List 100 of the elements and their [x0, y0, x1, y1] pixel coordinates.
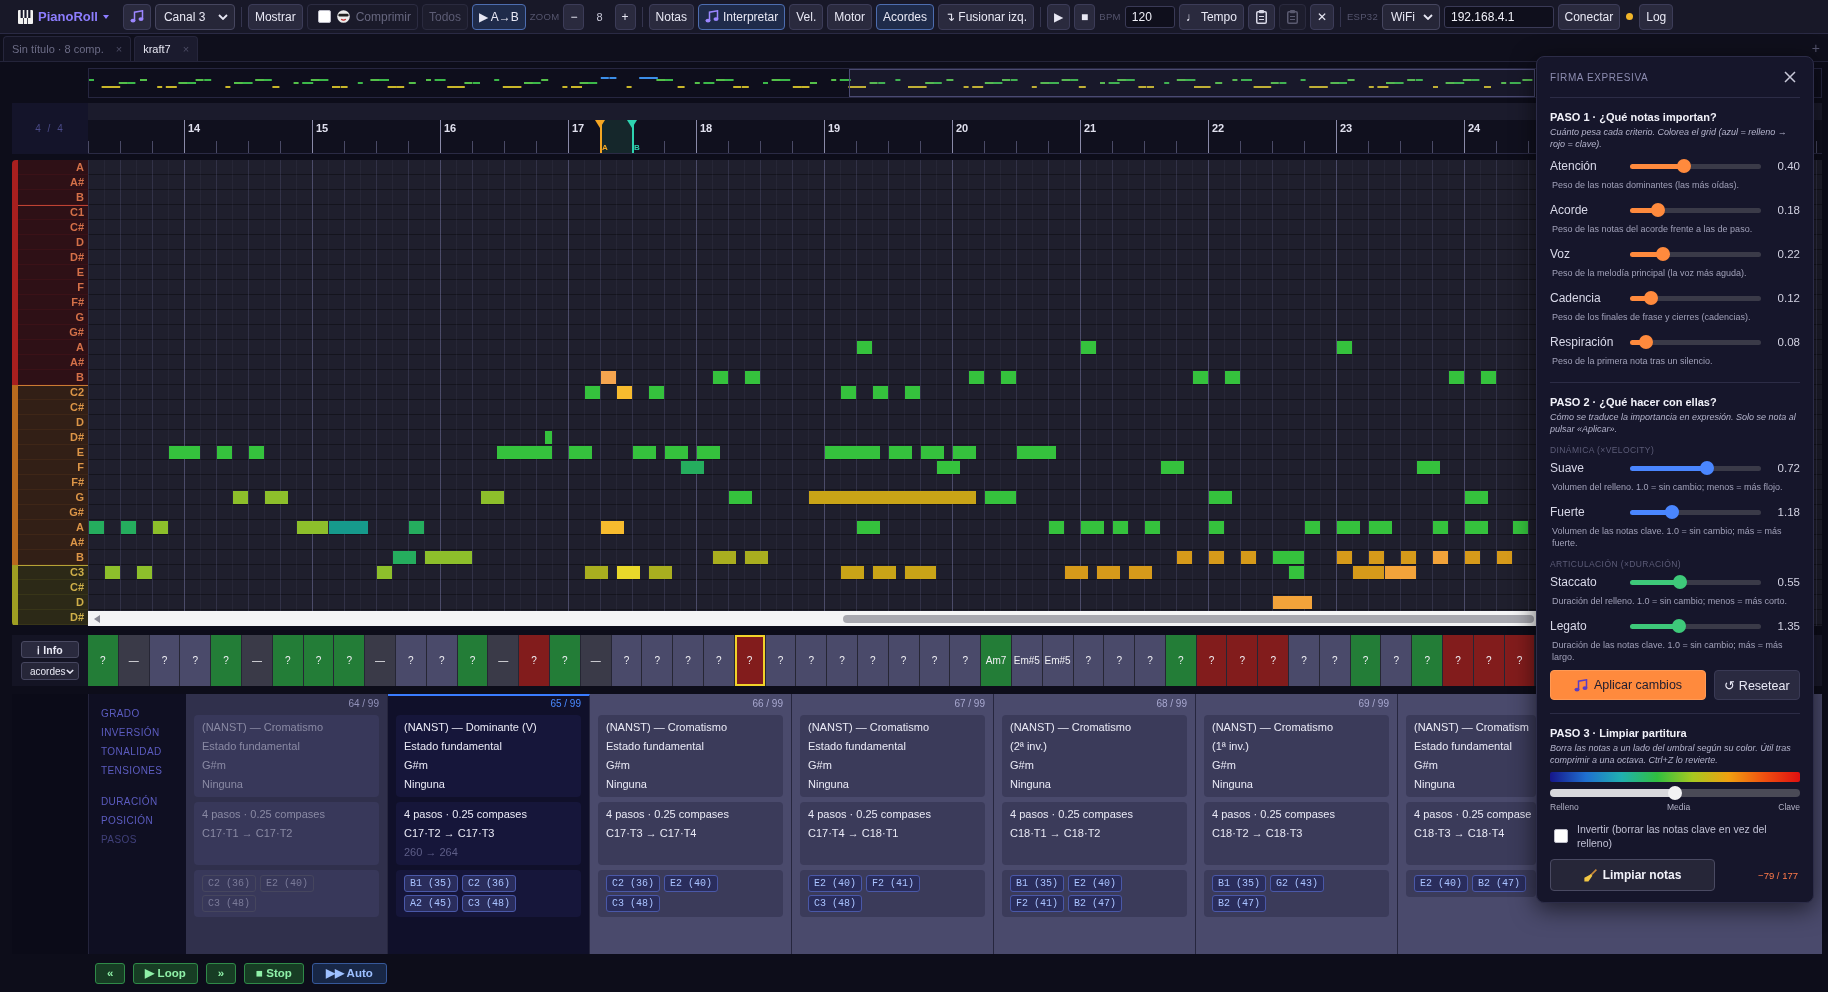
chord-cell[interactable]: ? [857, 635, 889, 686]
chord-cell[interactable]: ? [734, 635, 766, 686]
chord-cell[interactable]: ? [827, 635, 858, 686]
piano-key[interactable]: C# [18, 580, 88, 595]
piano-key[interactable]: C3 [18, 565, 88, 580]
toolbar-button[interactable]: Mostrar [247, 3, 303, 30]
reset-button[interactable]: ↺ Resetear [1714, 670, 1800, 700]
chord-cell[interactable]: ? [673, 635, 704, 686]
toolbar-button[interactable]: ■ [1074, 3, 1096, 30]
chord-card[interactable]: 64 / 99 (NANST) — Cromatismo Estado fundamental G#m Ninguna 4 pasos · 0.25 compases C17·T1 → C17·T2 C2 (36) E2 (40) C3 (48) [186, 694, 388, 954]
slider-thumb[interactable] [1651, 203, 1666, 217]
chord-cell[interactable]: Am7 [981, 635, 1012, 686]
slider-track[interactable] [1550, 789, 1800, 797]
transport-button[interactable]: ▶ Loop [133, 962, 198, 984]
piano-key[interactable]: B [18, 370, 88, 385]
horizontal-scrollbar[interactable] [88, 611, 1536, 626]
app-menu-button[interactable]: PianoRoll [16, 3, 111, 30]
toolbar-button[interactable]: ▶ [1047, 3, 1071, 30]
chord-cell[interactable]: ? [1258, 635, 1290, 686]
slider-thumb[interactable] [1655, 247, 1670, 261]
transport-button[interactable]: « [95, 962, 126, 984]
close-button[interactable] [1784, 71, 1796, 83]
toolbar-button[interactable]: Log [1639, 3, 1674, 30]
piano-key[interactable]: G [18, 490, 88, 505]
piano-key[interactable]: F# [18, 475, 88, 490]
piano-key[interactable]: G [18, 310, 88, 325]
chord-cell[interactable]: ? [1412, 635, 1444, 686]
chord-cell[interactable]: ? [950, 635, 982, 686]
toolbar-button[interactable] [122, 3, 151, 30]
piano-key[interactable]: A# [18, 355, 88, 370]
text-field[interactable]: 120 [1124, 5, 1175, 28]
chord-cell[interactable]: ? [1350, 635, 1382, 686]
chord-cell[interactable]: ? [1289, 635, 1320, 686]
chord-cell[interactable]: ? [395, 635, 427, 686]
piano-key[interactable]: A [18, 160, 88, 175]
piano-key[interactable]: E [18, 445, 88, 460]
toolbar-button[interactable]: Notas [648, 3, 694, 30]
piano-key[interactable]: D# [18, 430, 88, 445]
piano-key[interactable]: B [18, 550, 88, 565]
chord-cell[interactable]: ? [1319, 635, 1351, 686]
slider-thumb[interactable] [1668, 786, 1682, 800]
slider-thumb[interactable] [1665, 505, 1680, 519]
toolbar-button[interactable] [1247, 3, 1275, 30]
transport-button[interactable]: ■ Stop [244, 962, 304, 984]
chord-cell[interactable]: ? [211, 635, 242, 686]
chord-cell[interactable]: — [242, 635, 273, 686]
piano-key[interactable]: C# [18, 400, 88, 415]
dropdown[interactable]: acordes [21, 662, 79, 680]
chord-cell[interactable]: ? [919, 635, 951, 686]
chord-cell[interactable]: ? [703, 635, 735, 686]
toolbar-button[interactable]: Vel. [789, 3, 824, 30]
scrollbar-thumb[interactable] [843, 614, 1534, 623]
slider-thumb[interactable] [1644, 291, 1659, 305]
chord-cell[interactable]: ? [1443, 635, 1474, 686]
piano-key[interactable]: C# [18, 220, 88, 235]
chord-cell[interactable]: ? [549, 635, 581, 686]
piano-key[interactable]: D [18, 235, 88, 250]
toolbar-button[interactable]: Conectar [1557, 3, 1621, 30]
piano-key[interactable]: D# [18, 250, 88, 265]
slider-thumb[interactable] [1639, 335, 1654, 349]
chord-cell[interactable]: ? [1504, 635, 1536, 686]
toolbar-button[interactable]: ▶ A→B [472, 3, 526, 30]
piano-key[interactable]: C1 [18, 205, 88, 220]
toolbar-button[interactable]: − [563, 3, 585, 30]
chord-cell[interactable]: ? [1473, 635, 1505, 686]
piano-key[interactable]: F [18, 460, 88, 475]
piano-key[interactable]: A [18, 520, 88, 535]
toolbar-button[interactable]: Interpretar [697, 3, 786, 30]
chord-card[interactable]: (NANST) — Cromatism Estado fundamental G#m Ninguna 4 pasos · 0.25 compase C18·T3 → C18·T4 E2 (40) B2 (47) [1398, 694, 1536, 954]
clear-button[interactable]: Limpiar notas [1550, 859, 1715, 891]
toolbar-button[interactable]: Motor [827, 3, 872, 30]
piano-key[interactable]: D [18, 415, 88, 430]
toolbar-button[interactable]: ✕ [1309, 3, 1334, 30]
chord-card[interactable]: 67 / 99 (NANST) — Cromatismo Estado fundamental G#m Ninguna 4 pasos · 0.25 compases C17·T4 → C18·T1 E2 (40) F2 (41) C3 (48) [792, 694, 994, 954]
toolbar-button[interactable]: ♩ Tempo [1178, 3, 1244, 30]
chord-cell[interactable]: ? [611, 635, 643, 686]
chord-cell[interactable]: ? [519, 635, 550, 686]
slider-thumb[interactable] [1700, 461, 1715, 475]
chord-cell[interactable]: ? [1135, 635, 1166, 686]
toolbar-button[interactable]: ↴ Fusionar izq. [938, 3, 1035, 30]
toolbar-button[interactable]: + [614, 3, 636, 30]
chord-cell[interactable]: ? [149, 635, 181, 686]
chord-cell[interactable]: ? [272, 635, 304, 686]
chord-cell[interactable]: ? [334, 635, 366, 686]
chord-cell[interactable]: — [580, 635, 612, 686]
piano-key[interactable]: F# [18, 295, 88, 310]
piano-key[interactable]: G# [18, 505, 88, 520]
piano-key[interactable]: D [18, 595, 88, 610]
chord-cell[interactable]: ? [1073, 635, 1105, 686]
piano-key[interactable]: A# [18, 175, 88, 190]
chord-cell[interactable]: ? [1381, 635, 1413, 686]
document-tab[interactable]: Sin título · 8 comp. × [3, 36, 132, 61]
dropdown[interactable]: WiFi [1382, 3, 1440, 30]
piano-key[interactable]: A [18, 340, 88, 355]
chord-cell[interactable]: ? [1196, 635, 1228, 686]
chord-card[interactable]: 66 / 99 (NANST) — Cromatismo Estado fundamental G#m Ninguna 4 pasos · 0.25 compases C17·T3 → C17·T4 C2 (36) E2 (40) C3 (48) [590, 694, 792, 954]
info-button[interactable]: ℹ Info [21, 641, 79, 658]
chord-cell[interactable]: ? [1165, 635, 1197, 686]
slider-thumb[interactable] [1673, 575, 1688, 589]
slider-thumb[interactable] [1672, 619, 1687, 633]
